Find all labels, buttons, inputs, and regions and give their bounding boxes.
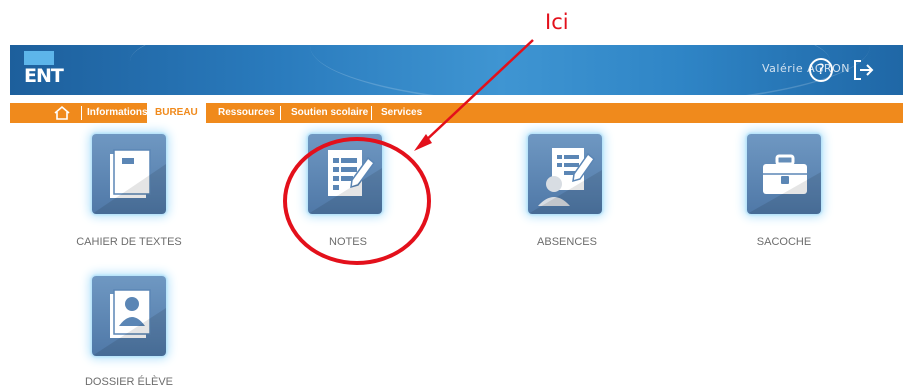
main-nav: Informations BUREAU Ressources Soutien s… bbox=[10, 103, 903, 123]
app-label[interactable]: DOSSIER ÉLÈVE bbox=[85, 376, 173, 388]
app-absences[interactable] bbox=[528, 134, 602, 214]
nav-item-services[interactable]: Services bbox=[381, 107, 422, 118]
logo-text: ENT bbox=[24, 65, 64, 87]
briefcase-icon bbox=[747, 154, 821, 214]
student-file-icon bbox=[92, 289, 166, 356]
app-dossier-eleve[interactable] bbox=[92, 276, 166, 356]
app-label[interactable]: SACOCHE bbox=[757, 236, 811, 248]
help-icon[interactable]: ? bbox=[809, 58, 833, 82]
annotation-label: Ici bbox=[545, 10, 569, 34]
notebook-icon bbox=[92, 149, 166, 214]
app-label[interactable]: CAHIER DE TEXTES bbox=[76, 236, 182, 248]
app-header: ENT Valérie AGRON ? bbox=[10, 45, 903, 95]
notes-edit-icon bbox=[308, 150, 382, 214]
nav-separator bbox=[371, 106, 372, 120]
app-label[interactable]: NOTES bbox=[329, 236, 367, 248]
logo-banner bbox=[24, 51, 54, 65]
app-label[interactable]: ABSENCES bbox=[537, 236, 597, 248]
home-icon[interactable] bbox=[53, 105, 71, 121]
app-notes[interactable] bbox=[308, 134, 382, 214]
nav-separator bbox=[81, 106, 82, 120]
app-cahier-de-textes[interactable] bbox=[92, 134, 166, 214]
user-name[interactable]: Valérie AGRON bbox=[762, 62, 850, 75]
nav-item-ressources[interactable]: Ressources bbox=[218, 107, 275, 118]
nav-item-informations[interactable]: Informations bbox=[87, 107, 148, 118]
ent-logo[interactable]: ENT bbox=[24, 51, 64, 89]
nav-item-bureau[interactable]: BUREAU bbox=[147, 103, 206, 123]
logout-icon[interactable] bbox=[852, 58, 874, 82]
app-sacoche[interactable] bbox=[747, 134, 821, 214]
nav-item-soutien-scolaire[interactable]: Soutien scolaire bbox=[291, 107, 368, 118]
absences-icon bbox=[528, 148, 602, 214]
nav-separator bbox=[280, 106, 281, 120]
